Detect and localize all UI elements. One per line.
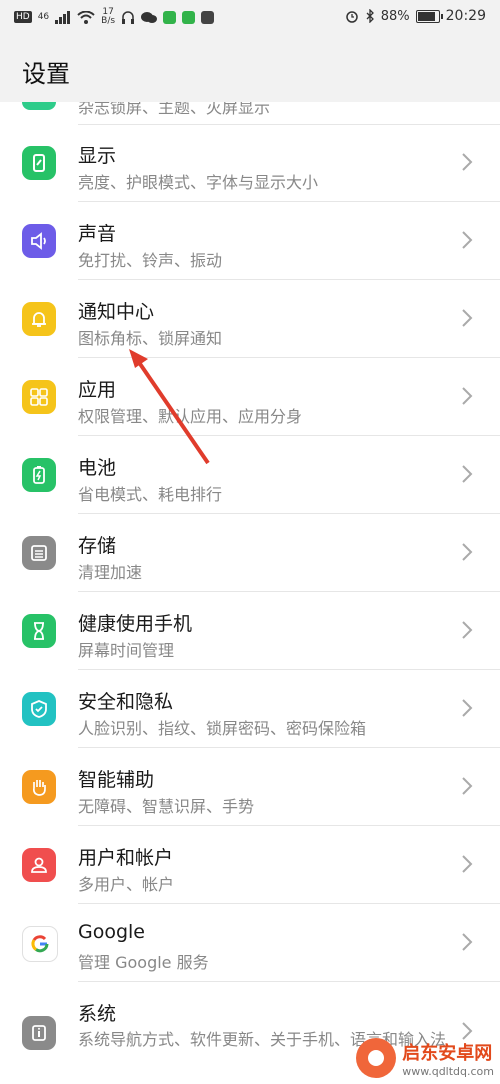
- settings-item-digital-balance[interactable]: 健康使用手机 屏幕时间管理: [0, 592, 500, 670]
- settings-item-users-accounts[interactable]: 用户和帐户 多用户、帐户: [0, 826, 500, 904]
- item-title: 电池: [78, 457, 117, 479]
- battery-percent: 88%: [380, 8, 410, 24]
- chevron-right-icon: [462, 777, 473, 795]
- settings-item-apps[interactable]: 应用 权限管理、默认应用、应用分身: [0, 358, 500, 436]
- chevron-right-icon: [462, 153, 473, 171]
- item-subtitle: 人脸识别、指纹、锁屏密码、密码保险箱: [78, 719, 367, 738]
- bluetooth-icon: [366, 9, 374, 23]
- item-subtitle: 权限管理、默认应用、应用分身: [78, 407, 303, 426]
- wifi-icon: [77, 10, 95, 24]
- settings-item-google[interactable]: Google 管理 Google 服务: [0, 904, 500, 982]
- item-title: 通知中心: [78, 301, 155, 323]
- item-subtitle: 免打扰、铃声、振动: [78, 251, 223, 270]
- app-notification-icon-2: [182, 10, 196, 24]
- watermark-url: www.qdltdq.com: [402, 1064, 494, 1078]
- item-subtitle: 管理 Google 服务: [78, 953, 209, 972]
- signal-icon: [55, 10, 71, 24]
- partial-row-subtitle: 杂志锁屏、主题、灭屏显示: [78, 102, 271, 117]
- item-title: 智能辅助: [78, 769, 155, 791]
- chevron-right-icon: [462, 933, 473, 951]
- item-subtitle: 省电模式、耗电排行: [78, 485, 223, 504]
- item-subtitle: 亮度、护眼模式、字体与显示大小: [78, 173, 319, 192]
- item-title: 存储: [78, 535, 117, 557]
- settings-item-storage[interactable]: 存储 清理加速: [0, 514, 500, 592]
- storage-icon: [22, 536, 56, 570]
- hand-icon: [22, 770, 56, 804]
- headset-icon: [122, 10, 135, 24]
- battery-status-icon: [415, 9, 443, 23]
- chevron-right-icon: [462, 621, 473, 639]
- app-notification-icon-3: [201, 10, 215, 24]
- network-type: 46: [37, 12, 50, 22]
- item-subtitle: 图标角标、锁屏通知: [78, 329, 223, 348]
- settings-item-accessibility[interactable]: 智能辅助 无障碍、智慧识屏、手势: [0, 748, 500, 826]
- item-title: 声音: [78, 223, 117, 245]
- item-title: 系统: [78, 1003, 117, 1025]
- settings-item-display[interactable]: 显示 亮度、护眼模式、字体与显示大小: [0, 124, 500, 202]
- display-icon: [22, 146, 56, 180]
- item-title: 应用: [78, 379, 117, 401]
- item-title: 健康使用手机: [78, 613, 193, 635]
- item-title: Google: [78, 921, 146, 943]
- settings-item-notifications[interactable]: 通知中心 图标角标、锁屏通知: [0, 280, 500, 358]
- watermark-name: 启东安卓网: [402, 1042, 493, 1064]
- item-title: 安全和隐私: [78, 691, 174, 713]
- settings-header: 设置: [0, 36, 500, 102]
- chevron-right-icon: [462, 231, 473, 249]
- alarm-icon: [345, 11, 358, 23]
- battery-icon: [22, 458, 56, 492]
- hourglass-icon: [22, 614, 56, 648]
- sound-icon: [22, 224, 56, 258]
- wechat-icon: [141, 11, 158, 23]
- info-icon: [22, 1016, 56, 1050]
- status-bar: HD 46 17 B/s 88% 20:29: [0, 0, 500, 36]
- chevron-right-icon: [462, 699, 473, 717]
- app-notification-icon: [163, 10, 177, 24]
- hd-badge: HD: [14, 11, 32, 23]
- network-speed: 17 B/s: [101, 8, 115, 26]
- chevron-right-icon: [462, 855, 473, 873]
- item-subtitle: 无障碍、智慧识屏、手势: [78, 797, 255, 816]
- settings-item-sound[interactable]: 声音 免打扰、铃声、振动: [0, 202, 500, 280]
- page-title: 设置: [22, 60, 70, 88]
- item-subtitle: 多用户、帐户: [78, 875, 175, 894]
- bell-icon: [22, 302, 56, 336]
- user-icon: [22, 848, 56, 882]
- chevron-right-icon: [462, 465, 473, 483]
- chevron-right-icon: [462, 309, 473, 327]
- site-watermark: 启东安卓网 www.qdltdq.com: [356, 1038, 494, 1078]
- settings-list[interactable]: 杂志锁屏、主题、灭屏显示 显示 亮度、护眼模式、字体与显示大小 声音 免打扰、铃…: [0, 102, 500, 1084]
- item-title: 用户和帐户: [78, 847, 174, 869]
- clock: 20:29: [445, 8, 486, 24]
- chevron-right-icon: [462, 387, 473, 405]
- theme-icon: [22, 102, 56, 110]
- google-icon: [22, 926, 58, 962]
- speed-unit: B/s: [101, 16, 116, 26]
- item-title: 显示: [78, 145, 117, 167]
- settings-item-security[interactable]: 安全和隐私 人脸识别、指纹、锁屏密码、密码保险箱: [0, 670, 500, 748]
- item-subtitle: 清理加速: [78, 563, 143, 582]
- shield-icon: [22, 692, 56, 726]
- chevron-right-icon: [462, 543, 473, 561]
- settings-item-battery[interactable]: 电池 省电模式、耗电排行: [0, 436, 500, 514]
- watermark-logo-icon: [356, 1038, 397, 1078]
- apps-grid-icon: [22, 380, 56, 414]
- item-subtitle: 屏幕时间管理: [78, 641, 175, 660]
